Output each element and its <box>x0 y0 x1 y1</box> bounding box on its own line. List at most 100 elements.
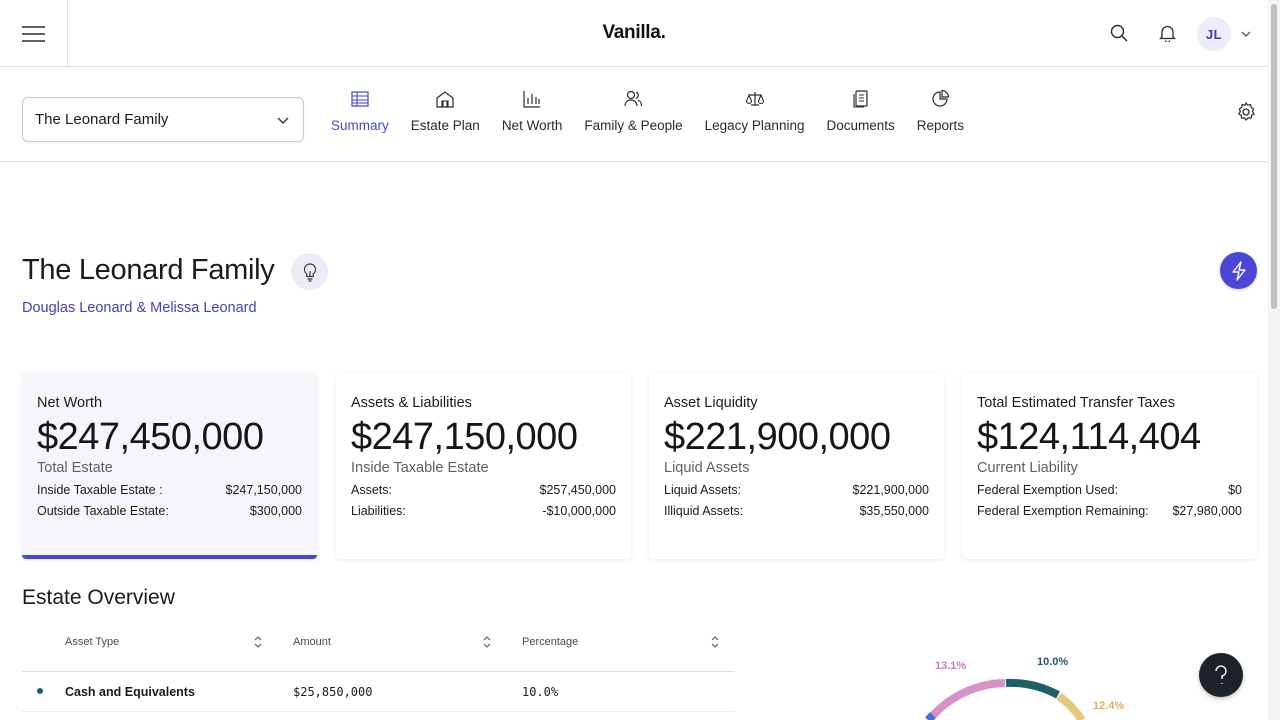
table-row[interactable]: Cash and Equivalents $25,850,000 10.0% <box>22 672 735 712</box>
search-icon <box>1110 24 1128 42</box>
tab-label: Estate Plan <box>410 118 480 133</box>
bell-icon <box>1158 25 1176 42</box>
row-label: Assets: <box>351 483 392 497</box>
row-label: Liquid Assets: <box>664 483 742 497</box>
asset-liquidity-card[interactable]: Asset Liquidity $221,900,000 Liquid Asse… <box>649 373 944 559</box>
estate-overview-table: Asset Type Amount Percentage Cash and Eq… <box>22 626 735 712</box>
donut-label: 12.4% <box>1093 700 1125 712</box>
tab-summary[interactable]: Summary <box>320 89 400 133</box>
house-icon <box>436 91 454 108</box>
family-select[interactable]: The Leonard Family <box>22 97 304 142</box>
donut-segment-yellow[interactable] <box>1056 692 1086 720</box>
chevron-down-icon <box>277 117 289 124</box>
card-value: $247,150,000 <box>351 416 578 458</box>
tab-label: Net Worth <box>501 118 563 133</box>
card-row: Illiquid Assets: $35,550,000 <box>664 504 929 518</box>
avatar[interactable]: JL <box>1197 17 1231 51</box>
row-value: $257,450,000 <box>539 483 616 497</box>
card-row: Liquid Assets: $221,900,000 <box>664 483 929 497</box>
tab-family-people[interactable]: Family & People <box>573 89 693 133</box>
series-dot <box>37 688 43 694</box>
brand-name: Vanilla <box>602 22 661 43</box>
net-worth-card[interactable]: Net Worth $247,450,000 Total Estate Insi… <box>22 373 317 559</box>
chevron-down-icon[interactable] <box>1239 27 1253 41</box>
brand-dot: . <box>660 22 666 43</box>
section-title: Estate Overview <box>22 586 175 609</box>
card-title: Total Estimated Transfer Taxes <box>977 395 1175 411</box>
card-row: Federal Exemption Used: $0 <box>977 483 1242 497</box>
donut-label: 13.1% <box>935 660 967 672</box>
card-value: $247,450,000 <box>37 416 264 458</box>
lightning-icon <box>1231 260 1246 281</box>
card-subtitle: Current Liability <box>977 460 1078 476</box>
donut-segment-teal[interactable] <box>1005 678 1060 699</box>
tab-label: Summary <box>331 118 389 133</box>
donut-segment-blue[interactable] <box>925 712 936 720</box>
main-tabs: Summary Estate Plan Net Worth Family & P… <box>320 89 975 133</box>
card-subtitle: Total Estate <box>37 460 113 476</box>
tab-net-worth[interactable]: Net Worth <box>491 89 574 133</box>
column-header-amount[interactable]: Amount <box>293 636 331 648</box>
row-value: $221,900,000 <box>852 483 929 497</box>
row-label: Liabilities: <box>351 504 406 518</box>
row-label: Inside Taxable Estate : <box>37 483 163 497</box>
percentage-cell: 10.0% <box>522 685 559 699</box>
gear-icon[interactable] <box>1235 101 1257 123</box>
notifications-button[interactable] <box>1156 22 1178 44</box>
quick-actions-button[interactable] <box>1220 252 1257 289</box>
lightbulb-icon <box>303 262 316 282</box>
tab-documents[interactable]: Documents <box>815 89 905 133</box>
nav-row: The Leonard Family Summary Estate Plan N… <box>0 67 1268 162</box>
insights-button[interactable] <box>291 253 328 290</box>
amount-cell: $25,850,000 <box>293 685 373 699</box>
question-mark-icon <box>1215 665 1227 684</box>
tab-label: Reports <box>916 118 965 133</box>
asset-type-cell: Cash and Equivalents <box>65 685 195 699</box>
sort-icon[interactable] <box>253 635 263 649</box>
top-bar: Vanilla. JL <box>0 0 1268 67</box>
card-title: Net Worth <box>37 395 103 411</box>
family-members-link[interactable]: Douglas Leonard & Melissa Leonard <box>22 300 257 316</box>
avatar-initials: JL <box>1205 26 1223 42</box>
scrollbar-thumb[interactable] <box>1271 4 1277 309</box>
card-value: $124,114,404 <box>977 416 1201 458</box>
search-button[interactable] <box>1108 22 1130 44</box>
scrollbar[interactable] <box>1268 0 1280 720</box>
table-header: Asset Type Amount Percentage <box>22 626 735 672</box>
tab-label: Legacy Planning <box>704 118 805 133</box>
tab-reports[interactable]: Reports <box>906 89 975 133</box>
card-subtitle: Liquid Assets <box>664 460 750 476</box>
donut-label: 10.0% <box>1037 656 1069 668</box>
tab-label: Family & People <box>584 118 683 133</box>
sort-icon[interactable] <box>710 635 720 649</box>
row-value: -$10,000,000 <box>542 504 616 518</box>
brand-logo[interactable]: Vanilla. <box>0 22 1268 44</box>
card-title: Assets & Liabilities <box>351 395 472 411</box>
assets-liabilities-card[interactable]: Assets & Liabilities $247,150,000 Inside… <box>336 373 631 559</box>
row-value: $0 <box>1228 483 1242 497</box>
card-subtitle: Inside Taxable Estate <box>351 460 489 476</box>
transfer-taxes-card[interactable]: Total Estimated Transfer Taxes $124,114,… <box>962 373 1257 559</box>
row-value: $300,000 <box>249 504 302 518</box>
row-value: $27,980,000 <box>1172 504 1242 518</box>
card-row: Federal Exemption Remaining: $27,980,000 <box>977 504 1242 518</box>
tab-estate-plan[interactable]: Estate Plan <box>400 89 491 133</box>
tab-label: Documents <box>826 118 895 133</box>
card-row: Inside Taxable Estate : $247,150,000 <box>37 483 302 497</box>
help-button[interactable] <box>1199 653 1243 697</box>
document-icon <box>853 90 868 108</box>
card-title: Asset Liquidity <box>664 395 758 411</box>
row-label: Federal Exemption Used: <box>977 483 1119 497</box>
row-label: Outside Taxable Estate: <box>37 504 169 518</box>
donut-segment-pink[interactable] <box>926 679 1006 720</box>
card-value: $221,900,000 <box>664 416 891 458</box>
bar-chart-icon <box>523 91 541 108</box>
sort-icon[interactable] <box>482 635 492 649</box>
row-value: $247,150,000 <box>225 483 302 497</box>
column-header-percentage[interactable]: Percentage <box>522 636 578 648</box>
family-select-value: The Leonard Family <box>35 111 169 128</box>
column-header-asset-type[interactable]: Asset Type <box>65 636 119 648</box>
card-row: Outside Taxable Estate: $300,000 <box>37 504 302 518</box>
table-icon <box>351 91 369 107</box>
tab-legacy-planning[interactable]: Legacy Planning <box>694 89 816 133</box>
